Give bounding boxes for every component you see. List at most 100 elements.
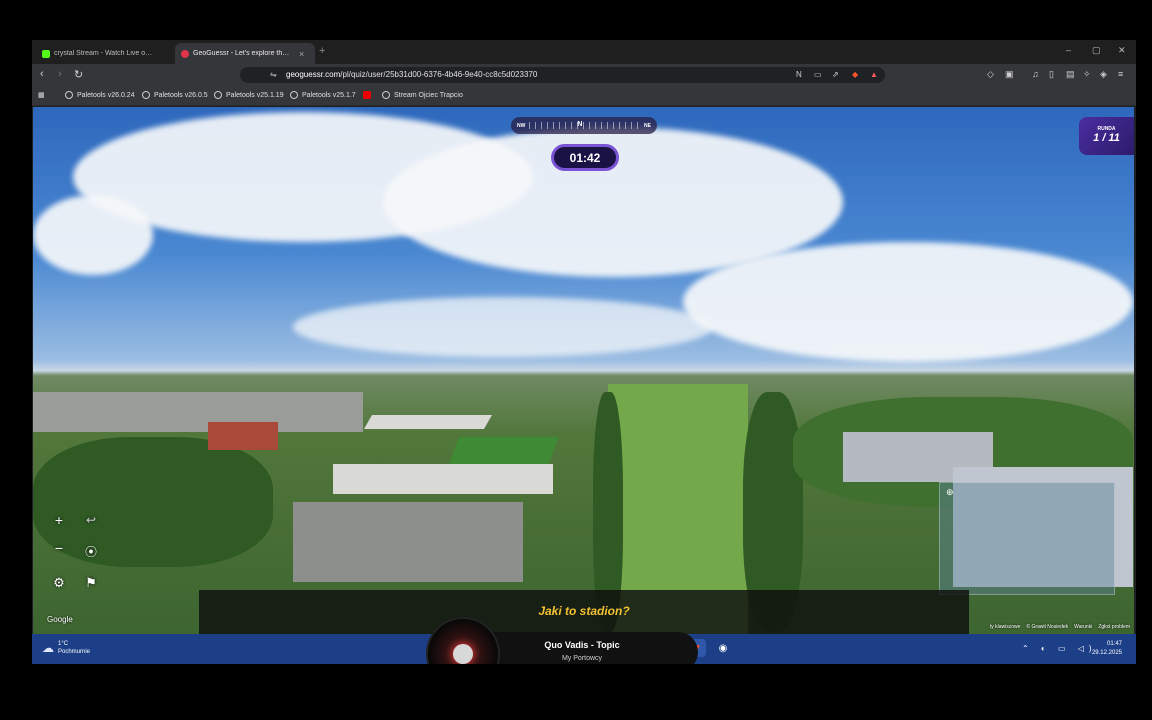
tab-title: GeoGuessr - Let's explore the wo [193, 50, 293, 57]
trees [33, 437, 273, 567]
bookmark-item[interactable] [363, 91, 375, 99]
globe-icon [290, 91, 298, 99]
compass-ticks: N [529, 121, 641, 129]
cloud-icon: ☁ [42, 641, 54, 655]
clock-date: 29.12.2025 [1091, 650, 1122, 656]
url-text[interactable]: geoguessr.com/pl/quiz/user/25b31d00-6376… [286, 70, 537, 79]
attrib-terms[interactable]: Warunki [1074, 624, 1092, 630]
brave-rewards-icon[interactable]: ▲ [870, 70, 878, 79]
globe-icon [142, 91, 150, 99]
map-pin-icon: ⊕ [946, 487, 954, 497]
obs-icon: ◉ [718, 642, 728, 654]
map-attribution: ty klawiszowe © Grawit Nosiedek Warunki … [990, 624, 1130, 630]
track-artist: My Portowcy [561, 655, 603, 662]
wallet2-icon[interactable]: ▤ [1066, 69, 1075, 80]
url-host: geoguessr.com [286, 70, 341, 79]
globe-icon [214, 91, 222, 99]
bookmark-label: Paletools v25.1.7 [302, 91, 356, 99]
tab-title: crystal Stream - Watch Live on Ki [54, 50, 154, 57]
weather-widget[interactable]: ☁ 1°C Pochmurnie [42, 640, 90, 656]
return-to-start-icon[interactable]: ⦿ [81, 541, 101, 561]
question-caption: Jaki to stadion? [199, 590, 969, 634]
puzzle-icon[interactable]: ✧ [1083, 69, 1091, 80]
obs-taskbar-icon[interactable]: ◉ [714, 639, 732, 657]
tab-kick-stream[interactable]: crystal Stream - Watch Live on Ki [36, 43, 171, 64]
globe-icon [65, 91, 73, 99]
flag-icon[interactable]: ⚑ [81, 573, 101, 593]
round-timer: 01:42 [551, 144, 619, 171]
extension-icon[interactable]: ◇ [987, 69, 994, 80]
reader-icon[interactable]: N [796, 70, 802, 79]
back-button[interactable]: ‹ [40, 68, 44, 80]
taskbar-clock[interactable]: 01:47 29.12.2025 [1092, 640, 1122, 658]
round-badge: RUNDA 1 / 11 [1079, 117, 1134, 155]
vpn-icon[interactable]: ◈ [1100, 69, 1107, 80]
music-icon[interactable]: ♫ [1032, 69, 1039, 79]
brave-shields-icon[interactable]: ◆ [852, 70, 858, 79]
bookmark-item[interactable]: Paletools v25.1.19 [214, 91, 284, 99]
weather-condition: Pochmurnie [58, 649, 91, 655]
bookmark-item[interactable]: Paletools v26.0.24 [65, 91, 135, 99]
parking-lot [293, 502, 523, 582]
maximize-button[interactable]: ▢ [1092, 45, 1101, 56]
menu-icon[interactable]: ≡ [1118, 69, 1123, 79]
guess-minimap[interactable]: ⊕ [939, 482, 1115, 595]
bookmark-label: Paletools v26.0.5 [154, 91, 208, 99]
cast-icon[interactable]: ▭ [814, 70, 822, 79]
address-bar[interactable]: ⇋ geoguessr.com/pl/quiz/user/25b31d00-63… [240, 67, 885, 83]
close-tab-icon[interactable]: × [299, 49, 304, 59]
compass-n-label: N [577, 121, 583, 128]
site-info-icon[interactable]: ⇋ [270, 70, 277, 79]
url-path: /pl/quiz/user/25b31d00-6376-4b46-9e40-cc… [340, 70, 538, 79]
zoom-in-button[interactable]: + [49, 510, 69, 530]
settings-icon[interactable]: ⚙ [49, 573, 69, 593]
kick-icon [42, 49, 50, 58]
cloud [33, 195, 153, 275]
wallet-icon[interactable]: ▣ [1005, 69, 1014, 80]
tab-geoguessr[interactable]: GeoGuessr - Let's explore the wo × [175, 43, 315, 64]
bookmark-item[interactable]: Paletools v25.1.7 [290, 91, 356, 99]
track-title: Quo Vadis - Topic [544, 640, 620, 650]
attrib-report[interactable]: Zgłoś problem [1098, 624, 1130, 630]
bookmark-label: Paletools v25.1.19 [226, 91, 284, 99]
compass: NW N NE [511, 117, 657, 134]
stadium-stand [363, 415, 493, 429]
youtube-icon [363, 91, 371, 99]
new-tab-button[interactable]: + [319, 45, 325, 57]
temperature: 1°C [58, 641, 69, 647]
cloud [683, 242, 1133, 362]
forward-button[interactable]: › [58, 68, 62, 80]
attrib-copyright: © Grawit Nosiedek [1026, 624, 1069, 630]
city-buildings [33, 392, 363, 432]
cloud [293, 297, 713, 357]
system-tray[interactable]: ⌃ ◐ ▭ ◁) [1022, 644, 1097, 653]
reload-button[interactable]: ↻ [74, 68, 83, 81]
bookmark-label: Paletools v26.0.24 [77, 91, 135, 99]
clock-time: 01:47 [1106, 641, 1122, 647]
browser-window: crystal Stream - Watch Live on Ki GeoGue… [32, 40, 1136, 664]
question-text: Jaki to stadion? [538, 604, 630, 618]
apps-grid-icon[interactable]: ▦ [38, 91, 45, 99]
tab-strip: crystal Stream - Watch Live on Ki GeoGue… [32, 40, 1136, 64]
google-logo: Google [47, 615, 73, 624]
sidebar-icon[interactable]: ▯ [1049, 69, 1054, 80]
bookmark-item[interactable]: Stream Ojciec Trapcio [382, 91, 463, 99]
bookmark-label: Stream Ojciec Trapcio [394, 91, 463, 99]
undo-button[interactable]: ↩ [81, 510, 101, 530]
toolbar: ‹ › ↻ ▯ ⇋ geoguessr.com/pl/quiz/user/25b… [32, 64, 1136, 86]
globe-icon [382, 91, 390, 99]
geoguessr-icon [181, 49, 189, 58]
stadium-main-stand [333, 464, 553, 494]
round-value: 1 / 11 [1093, 132, 1120, 144]
street-view-panorama[interactable]: NW N NE 01:42 RUNDA 1 / 11 + ↩ − ⦿ ⚙ ⚑ ⊕… [33, 107, 1134, 634]
bookmark-item[interactable]: Paletools v26.0.5 [142, 91, 208, 99]
compass-ne-label: NE [644, 122, 651, 129]
red-roof-building [208, 422, 278, 450]
attrib-shortcuts[interactable]: ty klawiszowe [990, 624, 1021, 630]
bookmarks-bar: ▦ Paletools v26.0.24 Paletools v26.0.5 P… [32, 86, 1136, 106]
minimize-button[interactable]: – [1066, 45, 1071, 55]
compass-nw-label: NW [517, 122, 526, 129]
share-icon[interactable]: ⇗ [832, 70, 839, 79]
close-window-button[interactable]: ✕ [1118, 45, 1126, 56]
zoom-out-button[interactable]: − [49, 538, 69, 558]
